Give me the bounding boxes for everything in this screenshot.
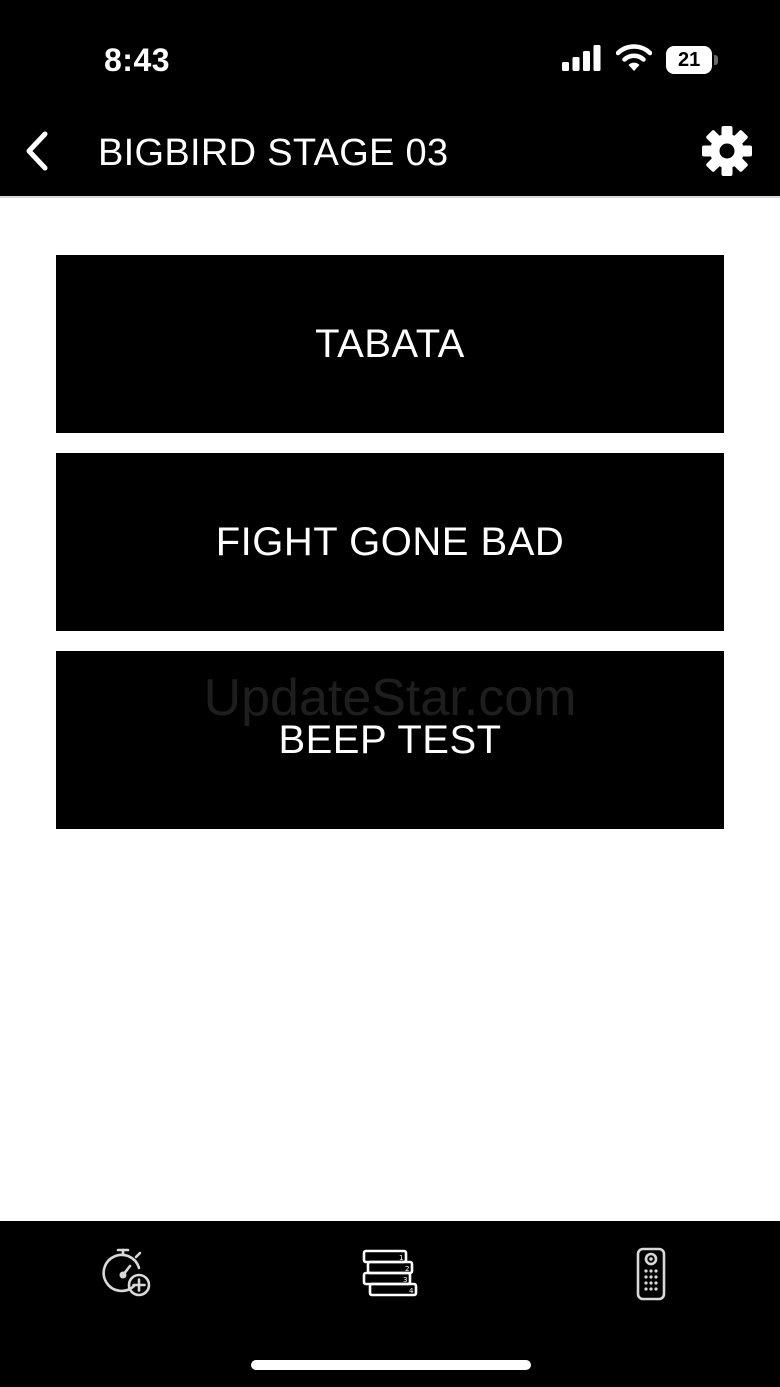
- workout-label: BEEP TEST: [278, 717, 502, 762]
- tab-list[interactable]: 1 2 3 4: [350, 1241, 430, 1311]
- remote-control-icon: [634, 1247, 668, 1306]
- gear-icon: [701, 125, 753, 182]
- chevron-left-icon: [23, 131, 53, 176]
- svg-text:2: 2: [405, 1265, 409, 1273]
- cellular-signal-icon: [562, 44, 602, 76]
- tab-remote[interactable]: [611, 1241, 691, 1311]
- battery-tip: [714, 55, 718, 65]
- workout-list: TABATA FIGHT GONE BAD BEEP TEST: [56, 255, 724, 849]
- stacked-list-icon: 1 2 3 4: [360, 1247, 420, 1306]
- svg-text:1: 1: [399, 1254, 403, 1262]
- back-button[interactable]: [8, 123, 68, 183]
- tab-bar: 1 2 3 4: [0, 1221, 780, 1387]
- stopwatch-add-icon: [101, 1247, 155, 1306]
- fight-gone-bad-button[interactable]: FIGHT GONE BAD: [56, 453, 724, 631]
- tab-timer[interactable]: [88, 1241, 168, 1311]
- wifi-icon: [615, 43, 653, 77]
- nav-divider: [0, 196, 780, 198]
- status-bar: 8:43 21: [0, 0, 780, 110]
- workout-label: FIGHT GONE BAD: [215, 519, 565, 564]
- svg-text:4: 4: [409, 1287, 414, 1295]
- home-indicator[interactable]: [251, 1360, 531, 1370]
- page-title: BIGBIRD STAGE 03: [98, 132, 449, 174]
- beep-test-button[interactable]: BEEP TEST: [56, 651, 724, 829]
- navigation-bar: BIGBIRD STAGE 03: [0, 110, 780, 196]
- tabata-button[interactable]: TABATA: [56, 255, 724, 433]
- status-icons: 21: [562, 43, 718, 77]
- settings-button[interactable]: [698, 124, 756, 182]
- battery-icon: 21: [666, 46, 718, 74]
- status-time: 8:43: [104, 42, 171, 78]
- workout-label: TABATA: [315, 321, 465, 366]
- app-screen: 8:43 21 BIGBIRD STAGE 03 TABATA FIGHT GO…: [0, 0, 780, 1387]
- battery-level: 21: [666, 46, 713, 74]
- svg-text:3: 3: [403, 1276, 407, 1284]
